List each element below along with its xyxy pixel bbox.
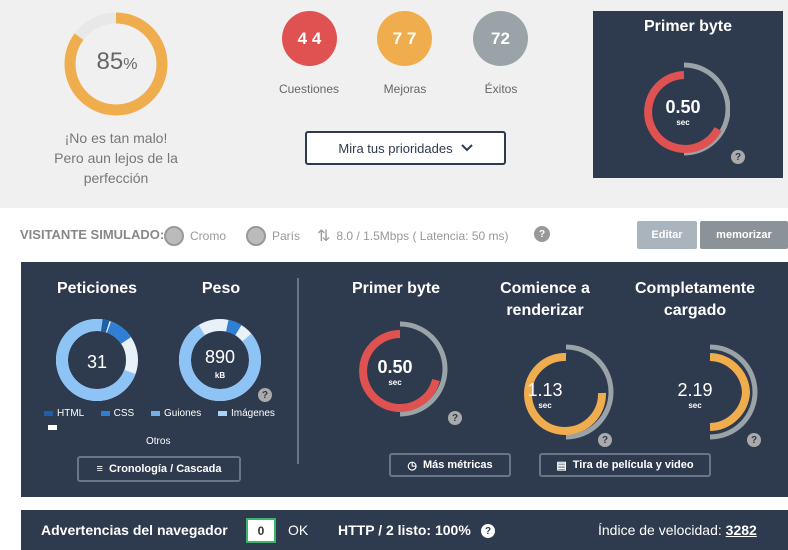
help-icon[interactable]: ? — [534, 226, 550, 242]
weight-unit: kB — [214, 371, 226, 380]
summary-section: 85% ¡No es tan malo! Pero aun lejos de l… — [0, 0, 788, 208]
warnings-count[interactable]: 0 — [246, 518, 276, 543]
chrome-icon — [164, 226, 184, 246]
simulated-visitor-label: VISITANTE SIMULADO: — [20, 227, 165, 242]
first-byte-card: Primer byte 0.50 sec ? — [593, 11, 783, 178]
legend-others: Otros — [146, 436, 171, 447]
legend-scripts: Guiones — [150, 408, 201, 419]
help-icon[interactable]: ? — [258, 388, 272, 402]
score-value: 85% — [96, 48, 138, 75]
ok-label: OK — [288, 522, 309, 538]
memorize-button[interactable]: memorizar — [700, 221, 788, 249]
waterfall-icon: ≡ — [96, 463, 103, 475]
issues-bubble[interactable]: 4 4 — [282, 11, 337, 66]
location-info: París — [246, 226, 300, 246]
fully-loaded-title: Completamente cargado — [634, 280, 756, 319]
weight-value: 890 — [204, 347, 236, 367]
updown-arrows-icon: ⇅ — [317, 228, 331, 245]
score-message: ¡No es tan malo! Pero aun lejos de la pe… — [54, 130, 178, 186]
first-byte-metric-title: Primer byte — [351, 280, 441, 297]
legend-others-swatch — [48, 422, 61, 433]
first-byte-unit: sec — [676, 118, 690, 127]
first-byte-title: Primer byte — [643, 18, 733, 35]
help-icon[interactable]: ? — [481, 524, 495, 538]
footer-bar: Advertencias del navegador 0 OK HTTP / 2… — [21, 510, 788, 550]
start-render-unit: sec — [538, 401, 552, 410]
help-icon[interactable]: ? — [448, 411, 462, 425]
requests-value: 31 — [86, 352, 108, 372]
clock-icon: ◷ — [407, 459, 417, 472]
fully-loaded-value: 2.19 — [677, 380, 713, 400]
legend-css: CSS — [100, 408, 134, 419]
film-icon: ▤ — [556, 459, 567, 472]
browser-info: Cromo — [164, 226, 226, 246]
first-byte-metric-unit: sec — [388, 378, 402, 387]
first-byte-metric-value: 0.50 — [377, 357, 413, 377]
start-render-value: 1.13 — [527, 380, 563, 400]
panel-divider — [297, 278, 299, 464]
first-byte-value: 0.50 — [665, 97, 701, 117]
help-icon[interactable]: ? — [731, 150, 745, 164]
successes-bubble[interactable]: 72 — [473, 11, 528, 66]
more-metrics-button[interactable]: ◷ Más métricas — [389, 453, 511, 477]
improvements-label: Mejoras — [383, 82, 427, 96]
help-icon[interactable]: ? — [598, 433, 612, 447]
connection-info: ⇅ 8.0 / 1.5Mbps ( Latencia: 50 ms) — [317, 228, 509, 245]
globe-icon — [246, 226, 266, 246]
timeline-button[interactable]: ≡ Cronología / Cascada — [77, 456, 241, 482]
improvements-bubble[interactable]: 7 7 — [377, 11, 432, 66]
score-unit: % — [123, 56, 138, 73]
http2-label: HTTP / 2 listo: 100% — [338, 522, 471, 538]
issues-label: Cuestiones — [278, 82, 340, 96]
start-render-title: Comience a renderizar — [500, 280, 590, 319]
legend-html: HTML — [44, 408, 84, 419]
edit-button[interactable]: Editar — [637, 221, 697, 249]
priorities-button[interactable]: Mira tus prioridades — [305, 131, 506, 165]
fully-loaded-unit: sec — [688, 401, 702, 410]
browser-warnings-label: Advertencias del navegador — [41, 522, 228, 538]
legend-images: Imágenes — [218, 408, 275, 419]
requests-title: Peticiones — [56, 280, 138, 297]
speed-index-label: Índice de velocidad: 3282 — [598, 522, 757, 538]
content-type-legend: HTML CSS Guiones Imágenes Otros — [36, 407, 276, 449]
chevron-down-icon — [460, 144, 473, 152]
weight-title: Peso — [201, 280, 241, 297]
speed-index-value[interactable]: 3282 — [726, 522, 757, 538]
help-icon[interactable]: ? — [747, 433, 761, 447]
successes-label: Éxitos — [484, 82, 518, 96]
filmstrip-button[interactable]: ▤ Tira de película y video — [539, 453, 711, 477]
